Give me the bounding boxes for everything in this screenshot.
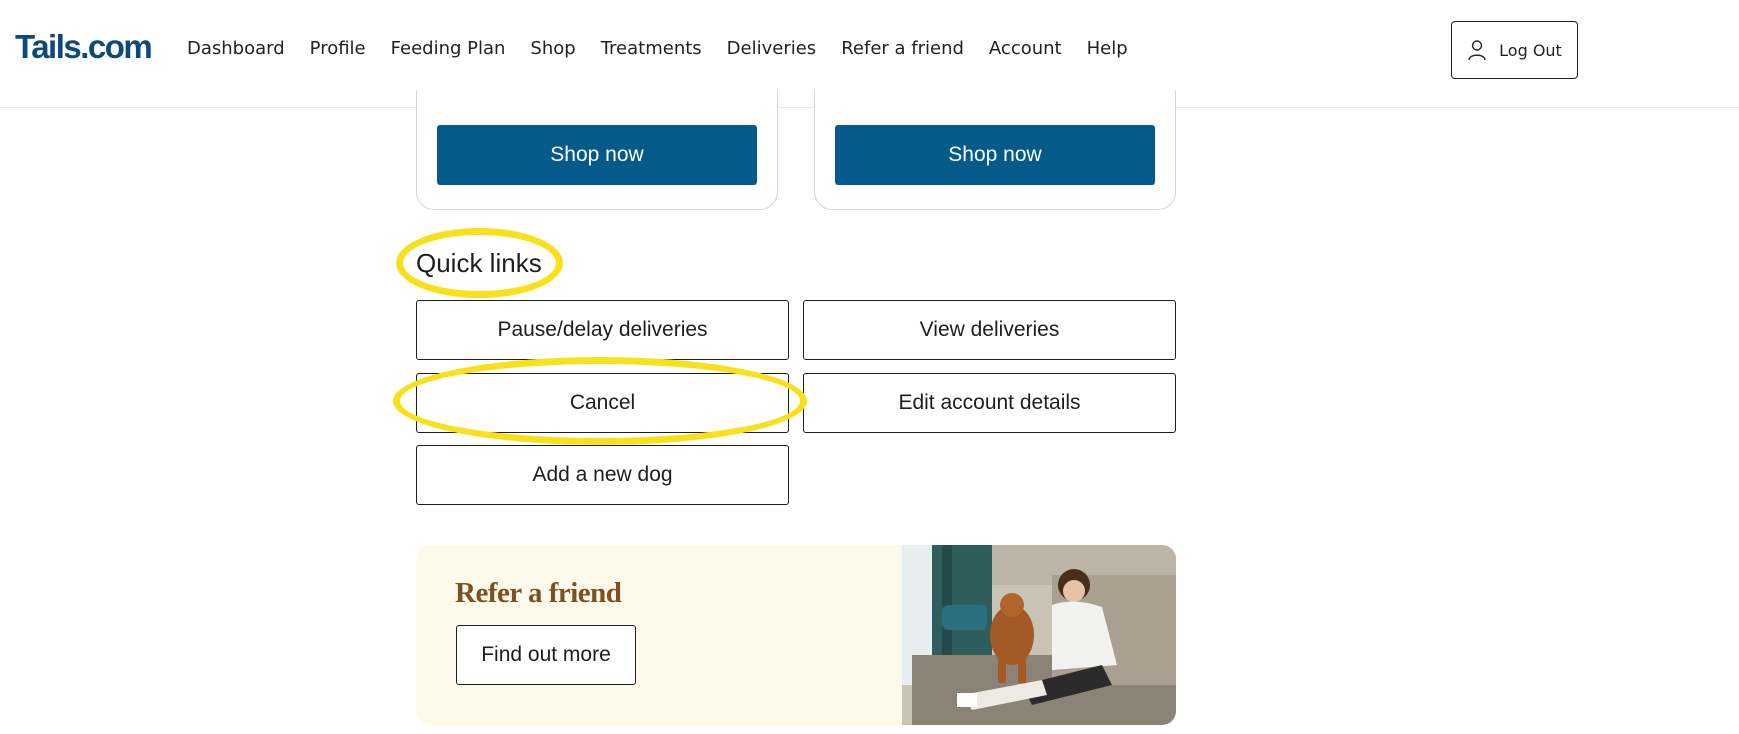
shop-now-button[interactable]: Shop now [437,125,757,185]
nav-deliveries[interactable]: Deliveries [727,38,817,59]
nav-profile[interactable]: Profile [310,38,366,59]
shop-now-button[interactable]: Shop now [835,125,1155,185]
logout-label: Log Out [1499,40,1562,60]
quick-links-heading: Quick links [416,248,542,278]
main-nav: Dashboard Profile Feeding Plan Shop Trea… [187,38,1153,59]
user-icon [1468,40,1486,61]
find-out-more-button[interactable]: Find out more [456,625,636,685]
nav-refer-a-friend[interactable]: Refer a friend [841,38,964,59]
tails-logo[interactable]: Tails.com [15,28,153,66]
nav-help[interactable]: Help [1087,38,1128,59]
shop-card: Shop now [814,90,1176,210]
cancel-button[interactable]: Cancel [416,373,789,433]
pause-delay-deliveries-button[interactable]: Pause/delay deliveries [416,300,789,360]
nav-shop[interactable]: Shop [530,38,575,59]
nav-account[interactable]: Account [989,38,1062,59]
edit-account-details-button[interactable]: Edit account details [803,373,1176,433]
nav-dashboard[interactable]: Dashboard [187,38,285,59]
logout-button[interactable]: Log Out [1451,21,1578,79]
refer-a-friend-panel: Refer a friend Find out more [416,545,1176,725]
woman-with-dog-photo [902,545,1176,725]
shop-card: Shop now [416,90,778,210]
nav-treatments[interactable]: Treatments [601,38,702,59]
nav-feeding-plan[interactable]: Feeding Plan [391,38,506,59]
refer-title: Refer a friend [455,577,622,609]
add-new-dog-button[interactable]: Add a new dog [416,445,789,505]
view-deliveries-button[interactable]: View deliveries [803,300,1176,360]
